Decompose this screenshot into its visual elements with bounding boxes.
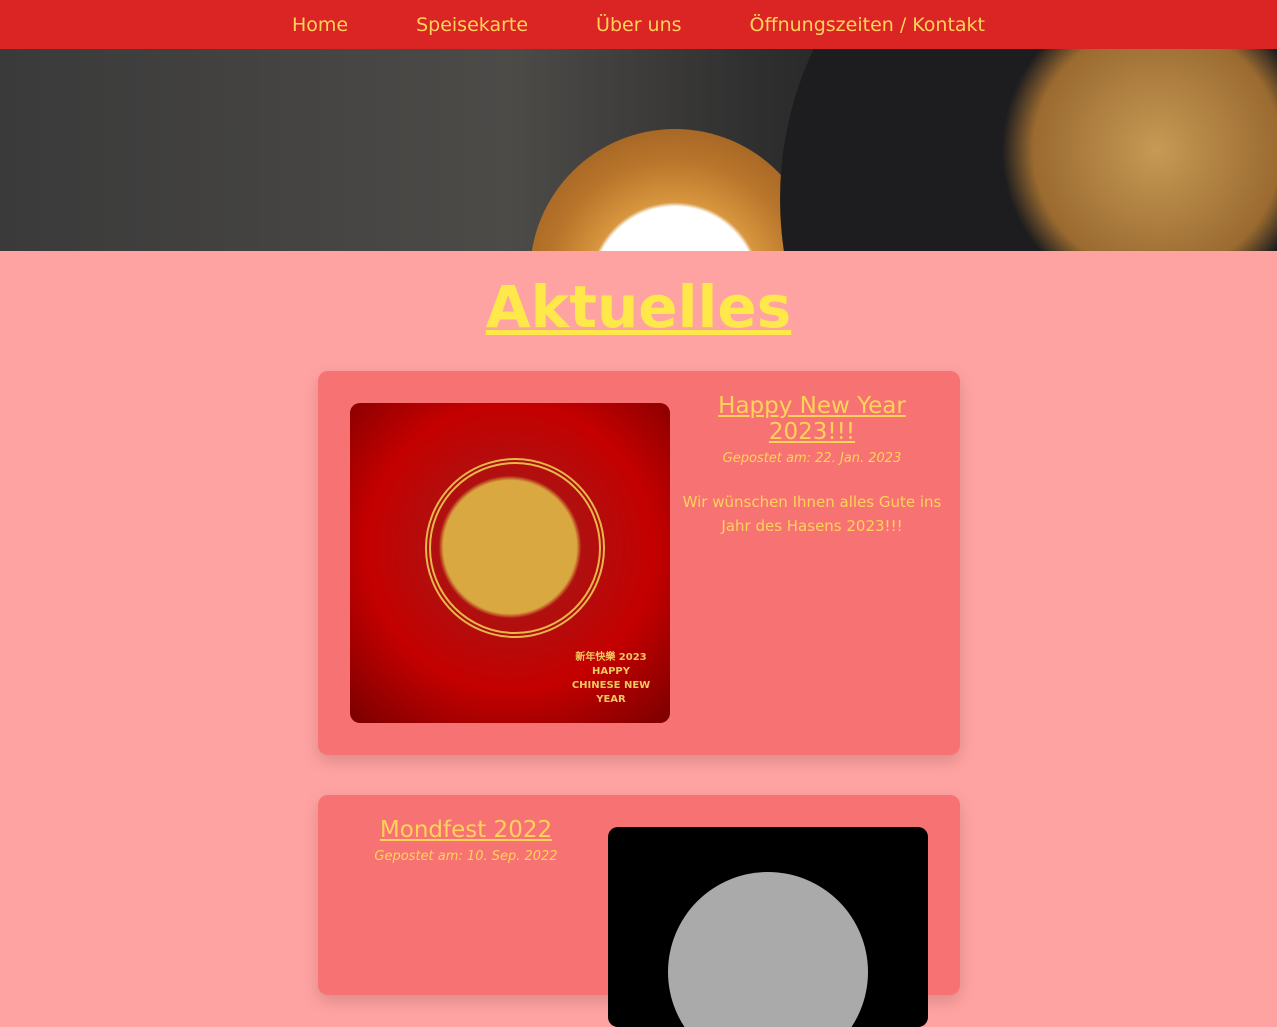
post-text: Wir wünschen Ihnen alles Gute ins Jahr d… bbox=[682, 493, 942, 535]
post-date: Gepostet am: 10. Sep. 2022 bbox=[374, 849, 558, 864]
post-card: 新年快樂 2023 HAPPY CHINESE NEW YEAR Happy N… bbox=[318, 371, 960, 755]
post-title[interactable]: Happy New Year 2023!!! bbox=[678, 393, 946, 445]
post-card: Mondfest 2022 Gepostet am: 10. Sep. 2022 bbox=[318, 795, 960, 1027]
moon bbox=[668, 872, 868, 1027]
page-title: Aktuelles bbox=[485, 273, 792, 341]
hero-banner-image bbox=[0, 49, 1277, 251]
post-title[interactable]: Mondfest 2022 bbox=[346, 817, 586, 843]
fried-rice bbox=[977, 49, 1277, 251]
nav-home[interactable]: Home bbox=[292, 14, 348, 36]
nav-speisekarte[interactable]: Speisekarte bbox=[416, 14, 528, 36]
rice-bowl bbox=[530, 129, 820, 251]
main-nav: Home Speisekarte Über uns Öffnungszeiten… bbox=[0, 0, 1277, 49]
nav-ueber-uns[interactable]: Über uns bbox=[596, 14, 682, 36]
new-year-image: 新年快樂 2023 HAPPY CHINESE NEW YEAR bbox=[350, 403, 670, 723]
ornament-ring bbox=[425, 458, 605, 638]
new-year-image-text: 新年快樂 2023 HAPPY CHINESE NEW YEAR bbox=[571, 652, 651, 705]
moon-image bbox=[608, 827, 928, 1027]
nav-kontakt[interactable]: Öffnungszeiten / Kontakt bbox=[750, 14, 985, 36]
post-date: Gepostet am: 22. Jan. 2023 bbox=[722, 451, 902, 466]
